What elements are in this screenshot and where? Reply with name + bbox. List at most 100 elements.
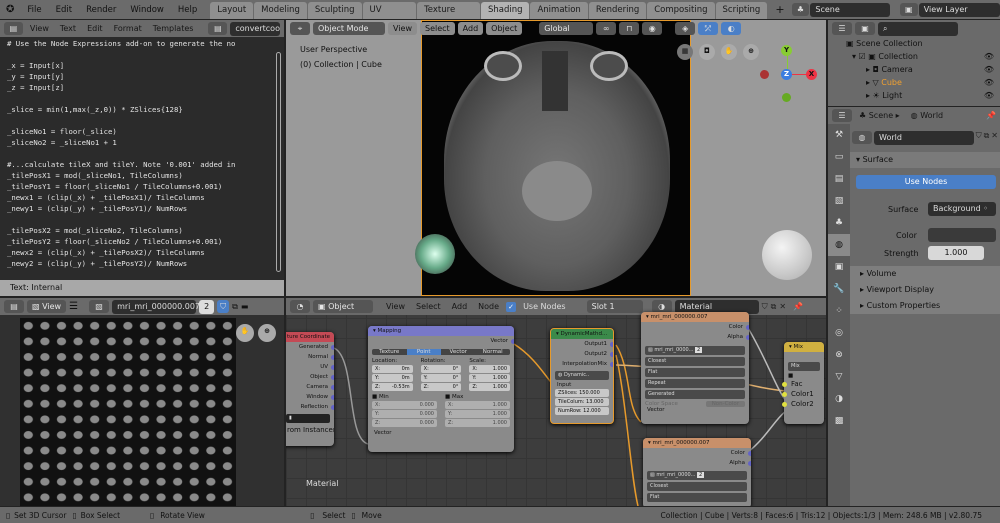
modifier-tab-icon[interactable]: 🔧 xyxy=(828,278,850,300)
fake-user-icon[interactable]: ⛉ xyxy=(217,300,230,313)
unlink-icon[interactable]: ✕ xyxy=(991,131,998,145)
zoom-icon[interactable]: ⊕ xyxy=(258,324,276,342)
code-line[interactable]: _z = Input[z] xyxy=(7,82,284,93)
code-line[interactable]: #...calculate tileX and tileY. Note '0.0… xyxy=(7,159,284,170)
overlay-icon[interactable]: ◐ xyxy=(721,22,742,35)
world-name-field[interactable]: World xyxy=(874,131,974,145)
visibility-icon[interactable]: ◈ xyxy=(675,22,696,35)
menu-select[interactable]: Select xyxy=(419,22,455,35)
mapping-loc-field[interactable]: X: 0m xyxy=(372,365,413,373)
code-line[interactable] xyxy=(7,49,284,60)
socket-output1[interactable]: Output1 xyxy=(551,339,613,349)
surface-panel-header[interactable]: ▾ Surface xyxy=(850,152,1000,168)
tab-point[interactable]: Point xyxy=(406,349,441,355)
tab-texture[interactable]: Texture xyxy=(372,349,407,355)
mapping-rot-field[interactable]: Z: 0° xyxy=(420,383,462,391)
socket-color[interactable]: Color xyxy=(641,322,749,332)
mapping-scale-field[interactable]: Y: 1.000 xyxy=(469,374,511,382)
code-line[interactable]: _tilePosX1 = mod(_sliceNo1, TileColumns) xyxy=(7,170,284,181)
editor-type-icon[interactable]: ◔ xyxy=(290,300,310,313)
image-selector[interactable]: ▧ mri_mri_0000... 2 xyxy=(647,471,747,480)
editor-type-icon[interactable]: ▤ xyxy=(4,22,23,35)
menu-render[interactable]: Render xyxy=(79,5,123,15)
scene-field[interactable]: Scene xyxy=(810,2,890,17)
menu-help[interactable]: Help xyxy=(171,5,204,15)
tab-modeling[interactable]: Modeling xyxy=(254,2,307,19)
grid-toggle-icon[interactable]: ▦ xyxy=(677,44,693,60)
menu-text[interactable]: Text xyxy=(56,24,80,33)
eye-icon[interactable]: 👁 xyxy=(984,63,1000,76)
3d-viewport[interactable]: ⌖ Object Mode View Select Add Object Glo… xyxy=(286,20,826,296)
extension-select[interactable]: Repeat xyxy=(645,379,745,388)
mapping-rot-field[interactable]: Y: 0° xyxy=(420,374,462,382)
menu-object[interactable]: Object xyxy=(486,22,523,35)
tab-rendering[interactable]: Rendering xyxy=(588,2,647,19)
duplicate-icon[interactable]: ⧉ xyxy=(771,302,777,312)
mapping-scale-field[interactable]: X: 1.000 xyxy=(469,365,511,373)
eye-icon[interactable]: 👁 xyxy=(984,50,1000,63)
mapping-loc-field[interactable]: Y: 0m xyxy=(372,374,413,382)
max-field[interactable]: Y: 1.000 xyxy=(445,410,510,418)
source-select[interactable]: Generated xyxy=(645,390,745,399)
tab-scripting[interactable]: Scripting xyxy=(715,2,768,19)
code-line[interactable]: _newx2 = (clip(_x) + _tilePosX2)/ TileCo… xyxy=(7,247,284,258)
image-browse-icon[interactable]: ▧ xyxy=(89,300,110,313)
interpolation-select[interactable]: Closest xyxy=(647,482,747,491)
display-mode-icon[interactable]: ▣ xyxy=(855,22,875,35)
min-field[interactable]: X: 0.000 xyxy=(372,401,437,409)
code-line[interactable]: _sliceNo2 = _sliceNo1 + 1 xyxy=(7,137,284,148)
axis-neg-x[interactable] xyxy=(760,70,769,79)
socket-generated[interactable]: Generated xyxy=(286,342,334,352)
open-folder-icon[interactable]: ▬ xyxy=(241,302,249,311)
code-line[interactable]: _sliceNo1 = floor(_slice) xyxy=(7,126,284,137)
image-users-count[interactable]: 2 xyxy=(199,299,215,314)
mapping-loc-field[interactable]: Z: -0.53m xyxy=(372,383,413,391)
node-image-texture-2[interactable]: ▾ mri_mri_000000.007 Color Alpha ▧ mri_m… xyxy=(643,438,751,506)
duplicate-icon[interactable]: ⧉ xyxy=(984,131,990,145)
socket-normal[interactable]: Normal xyxy=(286,352,334,362)
pivot-icon[interactable]: ∞ xyxy=(596,22,617,35)
socket-uv[interactable]: UV xyxy=(286,362,334,372)
surface-shader-field[interactable]: Background ◦ xyxy=(928,202,996,216)
code-line[interactable]: _tilePosY2 = floor(_sliceNo2 / TileColum… xyxy=(7,236,284,247)
constraints-tab-icon[interactable]: ⊗ xyxy=(828,344,850,366)
view-layer-tab-icon[interactable]: ▧ xyxy=(828,190,850,212)
code-line[interactable]: _slice = min(1,max(_z,0)) * ZSlices{128} xyxy=(7,104,284,115)
object-tab-icon[interactable]: ▣ xyxy=(828,256,850,278)
axis-x[interactable]: X xyxy=(806,69,817,80)
menu-view[interactable]: View xyxy=(382,302,409,311)
menu-file[interactable]: File xyxy=(20,5,48,15)
editor-type-icon[interactable]: ☰ xyxy=(832,22,852,35)
min-field[interactable]: Z: 0.000 xyxy=(372,419,437,427)
strength-field[interactable]: 1.000 xyxy=(928,246,984,260)
socket-camera[interactable]: Camera xyxy=(286,382,334,392)
text-file-field[interactable]: convertcoor xyxy=(230,21,280,36)
tab-texture-paint[interactable]: Texture Paint xyxy=(417,2,480,31)
socket-interpolation-mix[interactable]: InterpolationMix xyxy=(551,359,613,369)
fake-user-icon[interactable]: ⛉ xyxy=(976,131,982,145)
menu-window[interactable]: Window xyxy=(123,5,171,15)
use-nodes-button[interactable]: Use Nodes xyxy=(856,175,996,189)
interpolation-select[interactable]: Closest xyxy=(645,357,745,366)
zoom-icon[interactable]: ⊕ xyxy=(743,44,759,60)
code-line[interactable]: _newy1 = (clip(_y) + _tilePosY1)/ NumRow… xyxy=(7,203,284,214)
output-tab-icon[interactable]: ▤ xyxy=(828,168,850,190)
socket-vector-out[interactable]: Vector xyxy=(368,336,514,346)
menu-edit[interactable]: Edit xyxy=(49,5,79,15)
code-line[interactable]: _tilePosX2 = mod(_sliceNo2, TileColumns) xyxy=(7,225,284,236)
numrows-field[interactable]: NumRow: 12.000 xyxy=(555,407,609,415)
particles-tab-icon[interactable]: ⁘ xyxy=(828,300,850,322)
tab-vector[interactable]: Vector xyxy=(441,349,476,355)
scrollbar[interactable] xyxy=(276,52,281,272)
axis-z[interactable]: Z xyxy=(781,69,792,80)
image-editor[interactable]: ▤ ▧ View ☰ ▧ mri_mri_000000.007 2 ⛉ ⧉ ▬ … xyxy=(0,298,284,506)
socket-output2[interactable]: Output2 xyxy=(551,349,613,359)
use-nodes-checkbox[interactable]: ✓ xyxy=(506,301,517,312)
tab-layout[interactable]: Layout xyxy=(210,2,254,19)
node-image-texture-1[interactable]: ▾ mri_mri_000000.007 Color Alpha ▧ mri_m… xyxy=(641,312,749,424)
code-line[interactable] xyxy=(7,148,284,159)
eye-icon[interactable]: 👁 xyxy=(984,89,1000,102)
proportional-icon[interactable]: ◉ xyxy=(642,22,663,35)
render-tab-icon[interactable]: ▭ xyxy=(828,146,850,168)
outliner-cube[interactable]: ▸ ▽ Cube 👁 xyxy=(828,76,1000,89)
